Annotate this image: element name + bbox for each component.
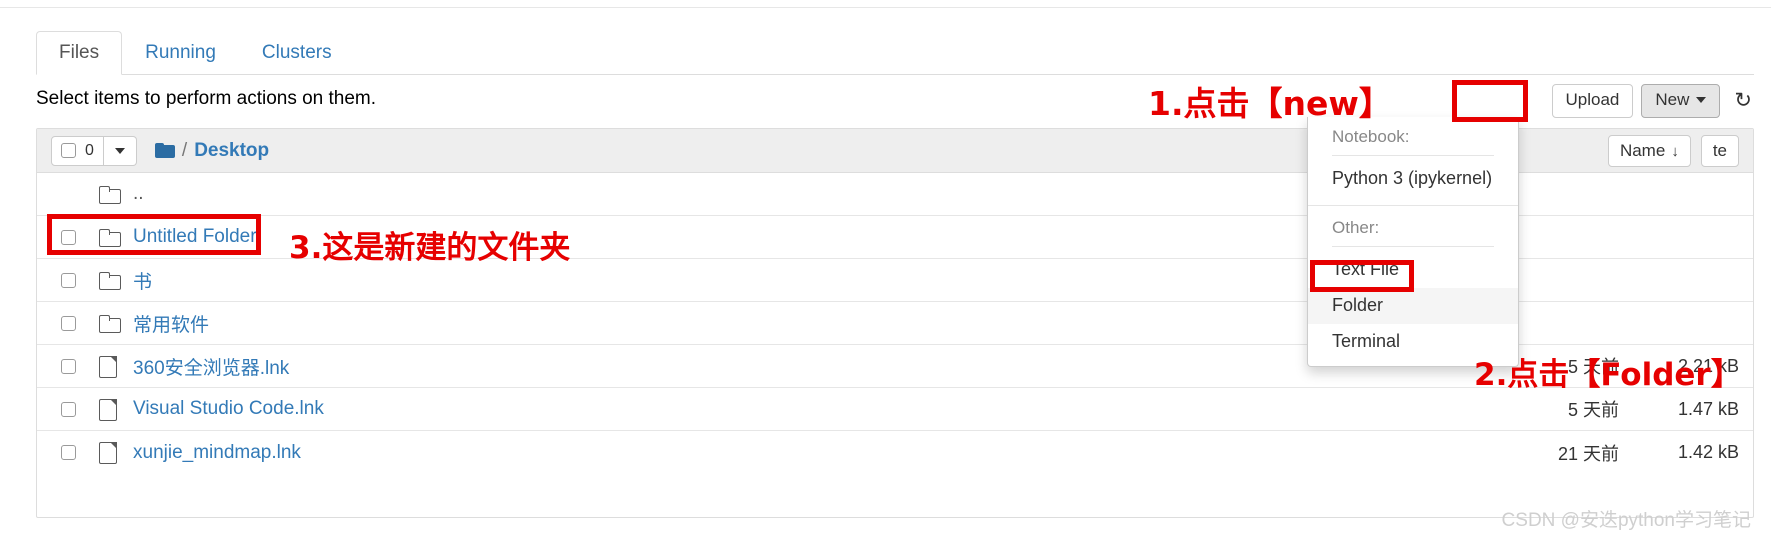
row-name[interactable]: .. <box>133 183 1469 205</box>
breadcrumb: / Desktop <box>154 139 269 162</box>
row-checkbox[interactable] <box>60 315 76 331</box>
row-name[interactable]: Visual Studio Code.lnk <box>133 398 1469 420</box>
row-checkbox[interactable] <box>60 272 76 288</box>
folder-icon <box>99 314 121 333</box>
sort-by-date-button[interactable]: te <box>1700 135 1739 167</box>
row-size: 1.42 kB <box>1677 442 1739 462</box>
row-checkbox[interactable] <box>60 358 76 374</box>
select-items-notice: Select items to perform actions on them. <box>36 88 377 109</box>
menu-item-folder[interactable]: Folder <box>1308 288 1518 324</box>
row-checkbox-cell <box>37 315 99 331</box>
new-button-label: New <box>1655 90 1690 109</box>
select-all-checkbox[interactable] <box>61 143 76 158</box>
row-checkbox-cell <box>37 401 99 417</box>
folder-icon <box>99 185 121 204</box>
row-checkbox-cell <box>37 358 99 374</box>
row-size: 1.47 kB <box>1677 398 1739 419</box>
row-icon-cell <box>99 271 133 290</box>
row-checkbox-cell <box>37 229 99 245</box>
file-toolbar: Upload New ↻ <box>1551 84 1755 118</box>
file-icon <box>99 398 117 421</box>
menu-item-python3-ipykernel[interactable]: Python 3 (ipykernel) <box>1308 161 1518 197</box>
jupyter-file-browser: Files Running Clusters Select items to p… <box>0 0 1771 536</box>
sort-name-label: Name <box>1619 141 1666 160</box>
row-date: 5 天前 <box>1567 400 1619 420</box>
chevron-down-icon <box>114 147 125 154</box>
upload-button[interactable]: Upload <box>1551 84 1634 118</box>
breadcrumb-separator: / <box>181 139 188 161</box>
row-name[interactable]: 360安全浏览器.lnk <box>133 353 1469 380</box>
tab-clusters[interactable]: Clusters <box>239 31 355 75</box>
chevron-down-icon <box>1696 97 1707 104</box>
highlight-box-new-button <box>1452 80 1528 122</box>
file-icon <box>99 442 117 464</box>
refresh-icon[interactable]: ↻ <box>1732 88 1754 113</box>
file-icon <box>99 355 117 378</box>
tab-files[interactable]: Files <box>36 31 123 75</box>
top-divider <box>0 7 1771 8</box>
row-checkbox[interactable] <box>60 229 76 245</box>
folder-icon[interactable] <box>154 143 175 158</box>
row-checkbox-cell <box>37 445 99 460</box>
dropdown-section-other: Other: <box>1332 218 1380 237</box>
row-icon-cell <box>99 185 133 204</box>
row-icon-cell <box>99 228 133 247</box>
sort-by-name-button[interactable]: Name ↓ <box>1607 135 1691 167</box>
row-icon-cell <box>99 355 133 378</box>
table-row[interactable]: xunjie_mindmap.lnk 21 天前 1.42 kB <box>37 431 1753 474</box>
selection-menu-button[interactable] <box>103 135 137 166</box>
row-icon-cell <box>99 398 133 421</box>
row-name[interactable]: xunjie_mindmap.lnk <box>133 442 1469 464</box>
row-checkbox[interactable] <box>60 445 76 460</box>
annotation-step-1: 1.点击【new】 <box>1148 84 1392 123</box>
row-icon-cell <box>99 442 133 464</box>
breadcrumb-path[interactable]: Desktop <box>194 140 269 162</box>
new-button[interactable]: New <box>1641 84 1721 118</box>
select-all-checkbox-group[interactable]: 0 <box>51 135 104 166</box>
menu-item-text-file[interactable]: Text File <box>1308 252 1518 288</box>
folder-icon <box>99 228 121 247</box>
dropdown-rule <box>1332 155 1494 156</box>
table-row[interactable]: Visual Studio Code.lnk 5 天前 1.47 kB <box>37 388 1753 431</box>
row-icon-cell <box>99 314 133 333</box>
tab-running[interactable]: Running <box>122 31 239 75</box>
new-dropdown-menu: Notebook: Python 3 (ipykernel) Other: Te… <box>1307 117 1519 367</box>
row-name[interactable]: 书 <box>133 267 1469 294</box>
sort-date-label: te <box>1712 141 1727 160</box>
selected-count: 0 <box>85 141 94 159</box>
dropdown-rule <box>1332 246 1494 247</box>
select-all-group: 0 <box>51 135 137 166</box>
annotation-step-3: 3.这是新建的文件夹 <box>289 230 571 266</box>
dropdown-section-notebook: Notebook: <box>1332 127 1410 146</box>
row-checkbox[interactable] <box>60 401 76 417</box>
row-date: 21 天前 <box>1557 443 1619 464</box>
sort-controls: Name ↓ te <box>1607 129 1739 173</box>
dropdown-divider <box>1308 205 1518 206</box>
arrow-down-icon: ↓ <box>1671 142 1679 160</box>
row-name[interactable]: 常用软件 <box>133 310 1469 337</box>
folder-icon <box>99 271 121 290</box>
row-checkbox-cell <box>37 272 99 288</box>
tab-bar: Files Running Clusters <box>36 31 1754 75</box>
watermark: CSDN @安迭python学习笔记 <box>1501 510 1751 531</box>
annotation-step-2: 2.点击【Folder】 <box>1474 357 1742 393</box>
